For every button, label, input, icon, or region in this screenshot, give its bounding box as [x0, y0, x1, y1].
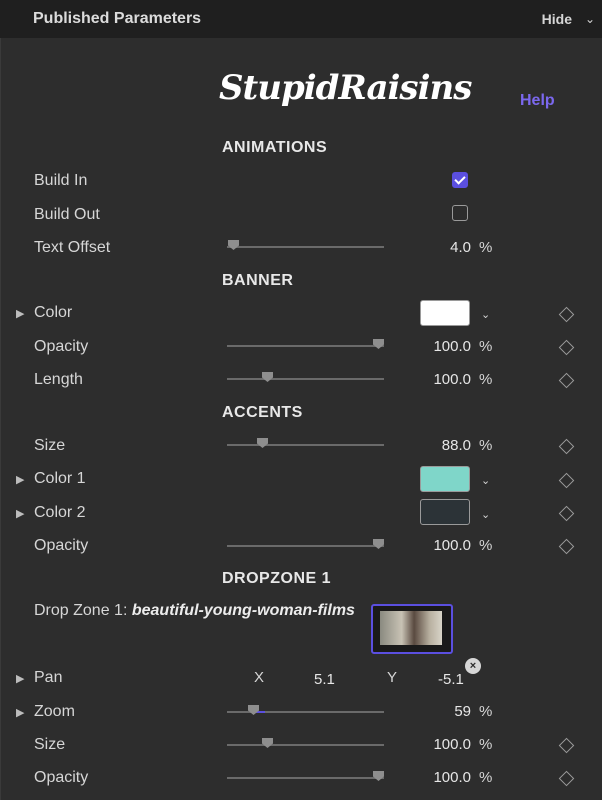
dropzone-file-name: beautiful-young-woman-films: [131, 602, 355, 619]
section-accents: ACCENTS: [222, 404, 303, 421]
keyframe-icon[interactable]: [558, 770, 575, 787]
keyframe-icon[interactable]: [558, 737, 575, 754]
banner-length-label: Length: [34, 371, 83, 388]
keyframe-icon[interactable]: [558, 505, 575, 522]
disclosure-triangle-icon[interactable]: ▶: [16, 307, 24, 320]
zoom-label: Zoom: [34, 703, 75, 720]
slider-thumb[interactable]: [257, 438, 268, 448]
accents-size-label: Size: [34, 437, 66, 454]
accents-opacity-value[interactable]: 100.0: [391, 537, 471, 554]
slider-thumb[interactable]: [373, 539, 384, 549]
parameters-panel: StupidRaisins Help ANIMATIONS Build In B…: [0, 38, 602, 800]
pan-x-label: X: [254, 669, 265, 686]
disclosure-triangle-icon[interactable]: ▶: [16, 706, 24, 719]
build-in-label: Build In: [34, 172, 88, 189]
zoom-unit: %: [479, 703, 493, 720]
pan-label: Pan: [34, 669, 63, 686]
header-bar: Published Parameters Hide ⌄: [0, 0, 602, 38]
banner-length-value[interactable]: 100.0: [391, 371, 471, 388]
section-dropzone: DROPZONE 1: [222, 570, 332, 587]
dropzone-label: Drop Zone 1: beautiful-young-woman-films: [34, 602, 370, 620]
keyframe-icon[interactable]: [558, 538, 575, 555]
banner-opacity-unit: %: [479, 338, 493, 355]
banner-opacity-slider[interactable]: [227, 339, 384, 349]
keyframe-icon[interactable]: [558, 372, 575, 389]
chevron-down-icon[interactable]: ⌄: [585, 12, 595, 26]
hide-button[interactable]: Hide: [542, 11, 572, 27]
pan-y-label: Y: [387, 669, 398, 686]
accents-color2-swatch[interactable]: [420, 499, 470, 525]
disclosure-triangle-icon[interactable]: ▶: [16, 507, 24, 520]
accents-color2-label: Color 2: [34, 504, 86, 521]
banner-opacity-value[interactable]: 100.0: [391, 338, 471, 355]
dropzone-thumbnail: [380, 611, 442, 645]
build-out-checkbox[interactable]: [452, 205, 468, 221]
clear-icon[interactable]: ×: [465, 658, 481, 674]
banner-opacity-label: Opacity: [34, 338, 89, 355]
keyframe-icon[interactable]: [558, 306, 575, 323]
banner-color-label: Color: [34, 304, 73, 321]
slider-thumb[interactable]: [373, 771, 384, 781]
text-offset-slider[interactable]: [227, 240, 384, 250]
dropzone-opacity-value[interactable]: 100.0: [391, 769, 471, 786]
text-offset-unit: %: [479, 239, 493, 256]
section-animations: ANIMATIONS: [222, 139, 328, 156]
dropzone-size-unit: %: [479, 736, 493, 753]
chevron-down-icon[interactable]: ⌄: [481, 474, 490, 487]
banner-length-slider[interactable]: [227, 372, 384, 382]
pan-x-value[interactable]: 5.1: [314, 671, 335, 688]
chevron-down-icon[interactable]: ⌄: [481, 508, 490, 521]
accents-color1-swatch[interactable]: [420, 466, 470, 492]
zoom-value[interactable]: 59: [391, 703, 471, 720]
dropzone-opacity-label: Opacity: [34, 769, 89, 786]
pan-y-value[interactable]: -5.1: [438, 671, 464, 688]
section-banner: BANNER: [222, 272, 294, 289]
dropzone-label-prefix: Drop Zone 1:: [34, 602, 128, 619]
build-in-checkbox[interactable]: [452, 172, 468, 188]
accents-opacity-slider[interactable]: [227, 539, 384, 549]
slider-thumb[interactable]: [248, 705, 259, 715]
dropzone-opacity-unit: %: [479, 769, 493, 786]
panel-title: Published Parameters: [33, 10, 202, 27]
dropzone-size-value[interactable]: 100.0: [391, 736, 471, 753]
accents-size-unit: %: [479, 437, 493, 454]
slider-thumb[interactable]: [262, 372, 273, 382]
slider-thumb[interactable]: [262, 738, 273, 748]
disclosure-triangle-icon[interactable]: ▶: [16, 473, 24, 486]
keyframe-icon[interactable]: [558, 339, 575, 356]
disclosure-triangle-icon[interactable]: ▶: [16, 672, 24, 685]
dropzone-opacity-slider[interactable]: [227, 771, 384, 781]
banner-length-unit: %: [479, 371, 493, 388]
chevron-down-icon[interactable]: ⌄: [481, 308, 490, 321]
keyframe-icon[interactable]: [558, 472, 575, 489]
text-offset-label: Text Offset: [34, 239, 111, 256]
build-out-label: Build Out: [34, 206, 100, 223]
keyframe-icon[interactable]: [558, 438, 575, 455]
banner-color-swatch[interactable]: [420, 300, 470, 326]
brand-logo: StupidRaisins: [219, 68, 472, 108]
help-link[interactable]: Help: [520, 92, 555, 110]
slider-thumb[interactable]: [373, 339, 384, 349]
accents-opacity-label: Opacity: [34, 537, 89, 554]
accents-opacity-unit: %: [479, 537, 493, 554]
slider-thumb[interactable]: [228, 240, 239, 250]
dropzone-well[interactable]: [371, 604, 453, 654]
zoom-slider[interactable]: [227, 705, 384, 715]
accents-color1-label: Color 1: [34, 470, 86, 487]
accents-size-value[interactable]: 88.0: [391, 437, 471, 454]
dropzone-size-label: Size: [34, 736, 66, 753]
text-offset-value[interactable]: 4.0: [391, 239, 471, 256]
accents-size-slider[interactable]: [227, 438, 384, 448]
dropzone-size-slider[interactable]: [227, 738, 384, 748]
